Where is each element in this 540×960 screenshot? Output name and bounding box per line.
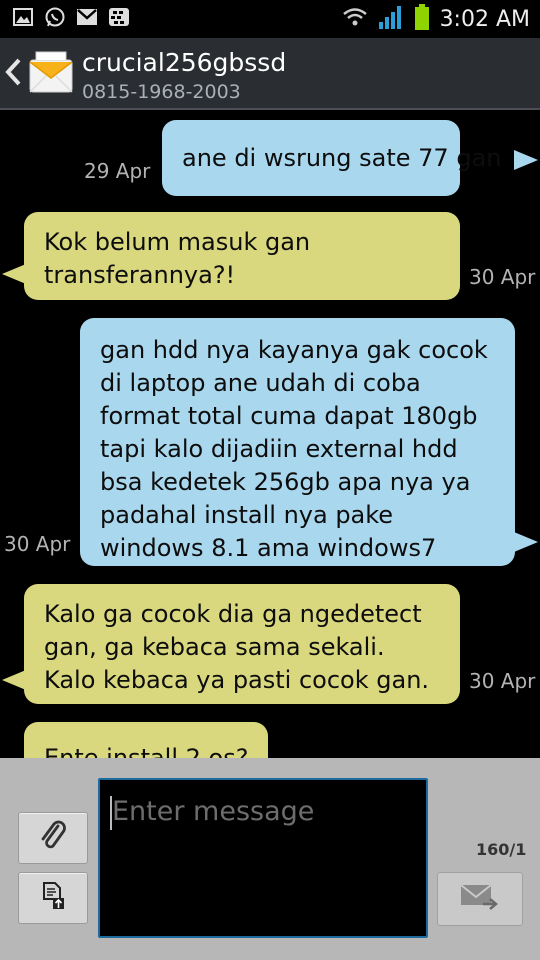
message-bubble-received[interactable]: Kalo ga cocok dia ga ngedetect gan, ga k… [24, 584, 460, 704]
signal-icon [378, 4, 404, 34]
compose-bar: Enter message 160/1 [0, 758, 540, 960]
bubble-tail [2, 264, 26, 284]
message-date: 30 Apr [4, 532, 71, 556]
clock: 3:02 AM [439, 6, 530, 32]
conversation-header[interactable]: crucial256gbssd 0815-1968-2003 [0, 38, 540, 110]
contact-number: 0815-1968-2003 [82, 81, 241, 103]
bbm-icon [108, 6, 130, 28]
send-button[interactable] [437, 872, 523, 926]
message-date: 30 Apr [469, 265, 536, 289]
conversation-list[interactable]: ane di wsrung sate 77 gan 29 Apr Kok bel… [0, 110, 540, 758]
contact-name: crucial256gbssd [82, 48, 287, 77]
bubble-tail [514, 150, 538, 170]
notification-icons [12, 6, 130, 28]
message-date: 29 Apr [84, 159, 151, 183]
message-bubble-received[interactable]: Kok belum masuk gan transferannya?! [24, 212, 460, 300]
character-counter: 160/1 [476, 840, 527, 859]
message-input[interactable]: Enter message [98, 778, 428, 938]
wifi-icon [342, 7, 368, 31]
envelope-icon [28, 50, 74, 96]
message-bubble-sent[interactable]: ane di wsrung sate 77 gan [162, 120, 501, 196]
paperclip-icon [38, 819, 68, 857]
insert-text-button[interactable] [18, 872, 88, 924]
bubble-tail [514, 532, 538, 552]
message-bubble-sent[interactable]: gan hdd nya kayanya gak cocok di laptop … [80, 318, 515, 566]
gmail-icon [76, 6, 98, 28]
status-bar: 3:02 AM [0, 0, 540, 38]
bubble-tail [2, 670, 26, 690]
whatsapp-icon [44, 6, 66, 28]
attach-button[interactable] [18, 812, 88, 864]
battery-icon [414, 3, 430, 35]
document-insert-icon [39, 881, 67, 915]
back-chevron-icon[interactable] [3, 56, 25, 92]
message-bubble-received[interactable]: Ente install 2 os? [24, 722, 268, 758]
send-envelope-icon [459, 882, 501, 916]
gallery-icon [12, 6, 34, 28]
message-date: 30 Apr [469, 669, 536, 693]
message-placeholder: Enter message [112, 796, 315, 827]
